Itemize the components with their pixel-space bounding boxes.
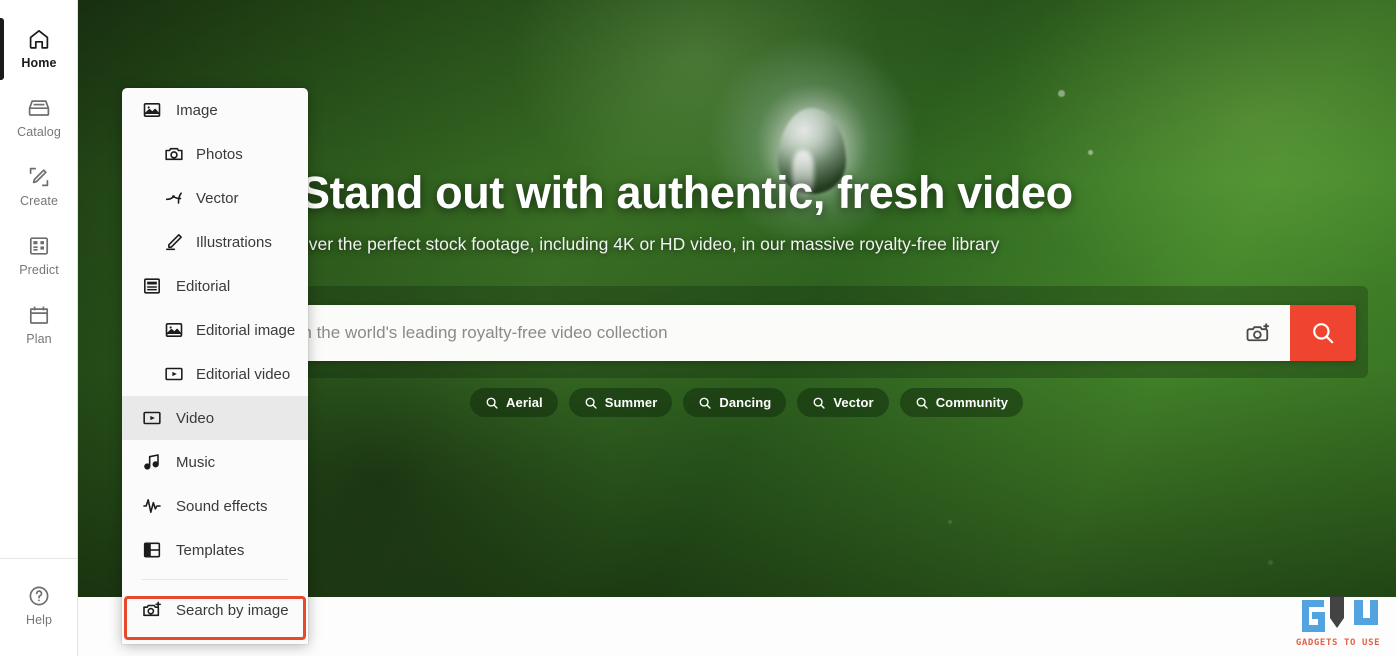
search-icon (585, 397, 597, 409)
sidebar-item-label: Help (25, 613, 53, 627)
menu-item-image[interactable]: Image (122, 88, 308, 132)
menu-item-label: Editorial image (196, 321, 296, 339)
sidebar-item-label: Home (21, 56, 57, 70)
sidebar-item-catalog[interactable]: Catalog (0, 83, 78, 152)
sidebar-primary-nav: Home Catalog Create Predict Plan (0, 0, 77, 558)
chip-label: Community (935, 395, 1009, 410)
bokeh-speck (1268, 560, 1273, 565)
chip-community[interactable]: Community (899, 388, 1024, 417)
templates-icon (143, 542, 161, 558)
sidebar-item-label: Create (19, 194, 59, 208)
content-type-dropdown-menu: Image Photos Vector Illustrations Editor… (122, 88, 308, 644)
chip-label: Dancing (719, 395, 772, 410)
gadgets-to-use-logo-icon (1302, 596, 1378, 632)
waveform-icon (143, 499, 161, 513)
screen-root: Stand out with authentic, fresh video Di… (0, 0, 1396, 656)
menu-item-templates[interactable]: Templates (122, 528, 308, 572)
menu-item-search-by-image[interactable]: Search by image (122, 587, 308, 633)
article-icon (144, 278, 160, 294)
catalog-icon (28, 100, 50, 116)
plan-icon (29, 306, 49, 324)
pen-icon (166, 234, 182, 251)
search-icon (916, 397, 928, 409)
search-submit-button[interactable] (1290, 305, 1356, 361)
home-icon (29, 29, 49, 49)
menu-item-label: Vector (196, 189, 239, 207)
watermark-text: GADGETS TO USE (1295, 638, 1381, 648)
chip-aerial[interactable]: Aerial (470, 388, 558, 417)
menu-item-editorial-video[interactable]: Editorial video (122, 352, 308, 396)
sidebar-item-home[interactable]: Home (0, 14, 78, 83)
sidebar-item-label: Plan (26, 332, 52, 346)
bokeh-speck (948, 520, 952, 524)
menu-item-label: Editorial video (196, 365, 291, 383)
search-icon (486, 397, 498, 409)
sidebar-item-predict[interactable]: Predict (0, 221, 78, 290)
search-input[interactable] (258, 323, 1208, 343)
menu-item-label: Search by image (176, 601, 289, 619)
predict-icon (29, 237, 49, 255)
watermark-logo: GADGETS TO USE (1290, 584, 1386, 648)
camera-plus-icon (1246, 323, 1269, 342)
sidebar-item-label: Predict (19, 263, 59, 277)
menu-item-editorial[interactable]: Editorial (122, 264, 308, 308)
menu-item-label: Image (176, 101, 218, 119)
play-box-icon (165, 367, 183, 381)
menu-divider (142, 579, 288, 580)
menu-item-vector[interactable]: Vector (122, 176, 308, 220)
menu-item-label: Illustrations (196, 233, 272, 251)
menu-item-label: Video (176, 409, 215, 427)
music-note-icon (144, 454, 159, 470)
search-field-wrapper (236, 305, 1228, 361)
sidebar-secondary-nav: Help (0, 558, 77, 656)
search-by-image-button[interactable] (1228, 305, 1290, 361)
bokeh-speck (1058, 90, 1065, 97)
bokeh-speck (1088, 150, 1093, 155)
menu-item-music[interactable]: Music (122, 440, 308, 484)
help-circle-icon (29, 586, 49, 606)
create-icon (29, 167, 49, 187)
menu-item-sound-effects[interactable]: Sound effects (122, 484, 308, 528)
menu-item-label: Music (176, 453, 216, 471)
watermark-mark (1298, 596, 1378, 636)
page-title: Stand out with authentic, fresh video (300, 167, 1073, 218)
search-bar (236, 305, 1356, 361)
search-icon (1313, 323, 1334, 344)
search-icon (813, 397, 826, 409)
chip-vector[interactable]: Vector (797, 388, 889, 417)
play-box-icon (143, 411, 161, 425)
sidebar-item-create[interactable]: Create (0, 152, 78, 221)
image-icon (143, 103, 161, 117)
image-icon (165, 323, 183, 337)
chip-label: Summer (604, 395, 658, 410)
menu-item-photos[interactable]: Photos (122, 132, 308, 176)
chip-label: Aerial (506, 395, 543, 410)
camera-icon (165, 147, 183, 161)
chip-dancing[interactable]: Dancing (683, 388, 787, 417)
sidebar-item-plan[interactable]: Plan (0, 290, 78, 359)
menu-item-editorial-image[interactable]: Editorial image (122, 308, 308, 352)
camera-plus-icon (143, 601, 161, 617)
menu-item-label: Editorial (176, 277, 231, 295)
chip-label: Vector (833, 395, 874, 410)
sidebar-item-label: Catalog (17, 125, 61, 139)
sidebar-item-help[interactable]: Help (0, 571, 78, 640)
menu-item-label: Photos (196, 145, 243, 163)
menu-item-video[interactable]: Video (122, 396, 308, 440)
menu-item-label: Templates (176, 541, 245, 559)
vector-icon (165, 192, 182, 204)
menu-item-label: Sound effects (176, 497, 268, 515)
suggested-searches: Aerial Summer Dancing Vector Community (470, 388, 1024, 417)
left-sidebar: Home Catalog Create Predict Plan Help (0, 0, 78, 656)
menu-item-illustrations[interactable]: Illustrations (122, 220, 308, 264)
search-icon (699, 397, 712, 409)
page-subtitle: Discover the perfect stock footage, incl… (265, 234, 1000, 254)
chip-summer[interactable]: Summer (568, 388, 673, 417)
